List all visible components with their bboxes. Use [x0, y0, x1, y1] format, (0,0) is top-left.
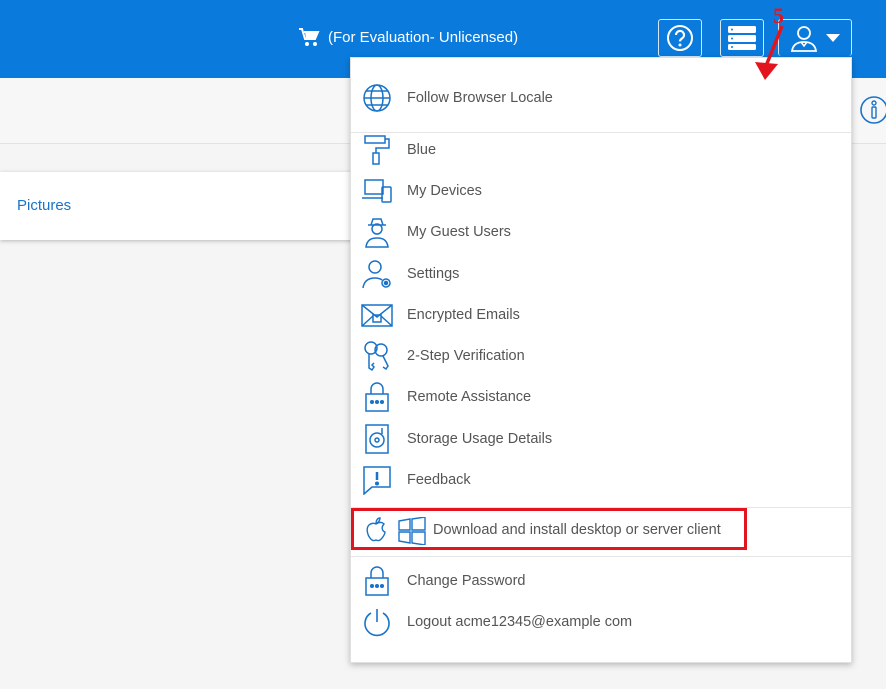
lock-dots-icon	[361, 565, 393, 597]
menu-item-settings[interactable]: Settings	[351, 254, 851, 294]
menu-item-label: Settings	[407, 266, 460, 282]
apple-icon	[363, 516, 389, 549]
globe-icon	[361, 82, 393, 114]
windows-icon	[398, 516, 426, 550]
menu-item-feedback[interactable]: Feedback	[351, 460, 851, 500]
download-client-item[interactable]: Download and install desktop or server c…	[351, 508, 747, 550]
caret-down-icon	[826, 34, 840, 42]
menu-item-encrypted-emails[interactable]: Encrypted Emails	[351, 295, 851, 335]
user-dropdown-menu: Follow Browser Locale Blue My Devices My…	[350, 57, 852, 663]
menu-item-guest-users[interactable]: My Guest Users	[351, 212, 851, 252]
menu-item-label: My Guest Users	[407, 224, 511, 240]
info-button[interactable]	[859, 95, 886, 130]
menu-item-change-password[interactable]: Change Password	[351, 561, 851, 601]
menu-item-label: Blue	[407, 142, 437, 158]
menu-item-label: 2-Step Verification	[407, 348, 525, 364]
devices-icon	[361, 175, 393, 207]
menu-item-label: Encrypted Emails	[407, 307, 520, 323]
menu-item-devices[interactable]: My Devices	[351, 171, 851, 211]
divider	[351, 556, 851, 557]
help-icon	[667, 25, 693, 51]
menu-item-theme[interactable]: Blue	[351, 130, 851, 170]
annotation-arrow-icon	[755, 25, 784, 80]
menu-item-2step[interactable]: 2-Step Verification	[351, 336, 851, 376]
info-icon	[860, 96, 886, 124]
menu-item-label: Download and install desktop or server c…	[433, 522, 721, 538]
menu-item-remote-assistance[interactable]: Remote Assistance	[351, 377, 851, 417]
feedback-icon	[361, 464, 393, 496]
help-button[interactable]	[658, 19, 702, 57]
power-icon	[361, 606, 393, 638]
menu-item-label: Feedback	[407, 472, 471, 488]
menu-item-logout[interactable]: Logout acme12345@example com	[351, 602, 851, 642]
menu-item-label: Logout acme12345@example com	[407, 614, 633, 630]
license-text: (For Evaluation- Unlicensed)	[328, 28, 519, 46]
menu-item-storage[interactable]: Storage Usage Details	[351, 419, 851, 459]
storage-disk-icon	[361, 423, 393, 455]
encrypted-email-icon	[361, 299, 393, 331]
menu-item-label: Follow Browser Locale	[407, 90, 553, 106]
lock-dots-icon	[361, 381, 393, 413]
paint-roller-icon	[361, 134, 393, 166]
guest-user-icon	[361, 216, 393, 248]
keys-icon	[361, 340, 393, 372]
menu-item-label: My Devices	[407, 183, 482, 199]
user-icon	[790, 26, 818, 52]
folder-card: Pictures	[0, 172, 360, 240]
pictures-link[interactable]: Pictures	[17, 197, 71, 214]
menu-item-label: Storage Usage Details	[407, 431, 553, 447]
menu-item-label: Change Password	[407, 573, 526, 589]
menu-item-label: Remote Assistance	[407, 389, 532, 405]
user-settings-icon	[361, 258, 393, 290]
license-status[interactable]: (For Evaluation- Unlicensed)	[298, 26, 518, 48]
cart-icon	[299, 28, 320, 46]
